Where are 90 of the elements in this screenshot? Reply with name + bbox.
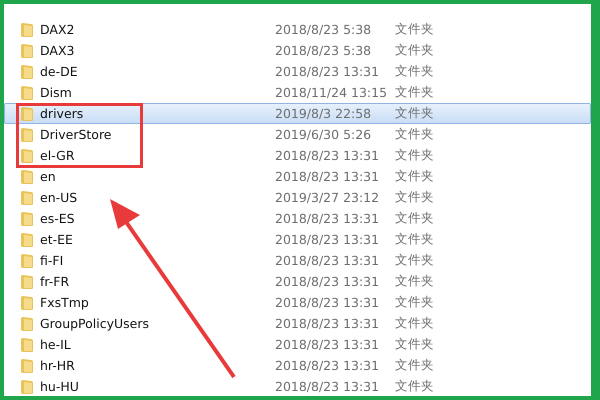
file-type: 文件夹 xyxy=(395,63,434,80)
file-name: el-GR xyxy=(40,148,76,163)
file-name: DAX2 xyxy=(40,22,76,37)
modified-date: 2019/3/27 23:12 xyxy=(275,190,380,205)
modified-date: 2019/6/30 5:26 xyxy=(275,127,372,142)
file-row[interactable]: fi-FI 2018/8/23 13:31 文件夹 xyxy=(4,250,591,271)
folder-icon xyxy=(20,42,34,58)
file-name: drivers xyxy=(40,106,84,121)
file-type: 文件夹 xyxy=(395,42,434,59)
folder-icon xyxy=(20,274,34,290)
file-type: 文件夹 xyxy=(395,21,434,38)
file-type: 文件夹 xyxy=(395,210,434,227)
folder-icon xyxy=(20,148,34,164)
file-type: 文件夹 xyxy=(395,357,434,374)
file-row[interactable]: DAX3 2018/8/23 5:38 文件夹 xyxy=(4,40,591,61)
modified-date: 2018/8/23 13:31 xyxy=(275,64,380,79)
file-name: hr-HR xyxy=(40,358,76,373)
file-row[interactable]: DAX2 2018/8/23 5:38 文件夹 xyxy=(4,19,591,40)
modified-date: 2018/8/23 5:38 xyxy=(275,22,372,37)
file-name: es-ES xyxy=(40,211,76,226)
file-type: 文件夹 xyxy=(395,252,434,269)
file-row[interactable]: Dism 2018/11/24 13:15 文件夹 xyxy=(4,82,591,103)
modified-date: 2018/8/23 13:31 xyxy=(275,253,380,268)
file-name: hu-HU xyxy=(40,379,80,394)
file-name: he-IL xyxy=(40,337,72,352)
folder-icon xyxy=(20,252,34,268)
file-name: de-DE xyxy=(40,64,79,79)
modified-date: 2018/8/23 13:31 xyxy=(275,358,380,373)
file-type: 文件夹 xyxy=(395,189,434,206)
folder-icon xyxy=(20,190,34,206)
folder-icon xyxy=(20,232,34,248)
modified-date: 2018/8/23 13:31 xyxy=(275,232,380,247)
modified-date: 2018/8/23 13:31 xyxy=(275,337,380,352)
modified-date: 2018/8/23 13:31 xyxy=(275,148,380,163)
folder-icon xyxy=(20,336,34,352)
modified-date: 2018/8/23 13:31 xyxy=(275,379,380,394)
file-row[interactable]: DriverStore 2019/6/30 5:26 文件夹 xyxy=(4,124,591,145)
file-row[interactable]: hu-HU 2018/8/23 13:31 文件夹 xyxy=(4,376,591,396)
file-type: 文件夹 xyxy=(395,336,434,353)
folder-icon xyxy=(20,126,34,142)
folder-icon xyxy=(20,106,34,122)
file-name: et-EE xyxy=(40,232,74,247)
file-name: DAX3 xyxy=(40,43,76,58)
folder-icon xyxy=(20,168,34,184)
file-row[interactable]: de-DE 2018/8/23 13:31 文件夹 xyxy=(4,61,591,82)
file-row[interactable]: en-US 2019/3/27 23:12 文件夹 xyxy=(4,187,591,208)
modified-date: 2018/8/23 5:38 xyxy=(275,43,372,58)
file-row[interactable]: hr-HR 2018/8/23 13:31 文件夹 xyxy=(4,355,591,376)
folder-icon xyxy=(20,294,34,310)
file-type: 文件夹 xyxy=(395,315,434,332)
modified-date: 2018/11/24 13:15 xyxy=(275,85,388,100)
file-row[interactable]: drivers 2019/8/3 22:58 文件夹 xyxy=(4,103,591,124)
file-type: 文件夹 xyxy=(395,294,434,311)
file-row[interactable]: GroupPolicyUsers 2018/8/23 13:31 文件夹 xyxy=(4,313,591,334)
folder-icon xyxy=(20,64,34,80)
file-row[interactable]: FxsTmp 2018/8/23 13:31 文件夹 xyxy=(4,292,591,313)
folder-icon xyxy=(20,378,34,394)
folder-icon xyxy=(20,22,34,38)
modified-date: 2019/8/3 22:58 xyxy=(275,106,372,121)
file-type: 文件夹 xyxy=(395,378,434,395)
file-row[interactable]: el-GR 2018/8/23 13:31 文件夹 xyxy=(4,145,591,166)
modified-date: 2018/8/23 13:31 xyxy=(275,274,380,289)
file-type: 文件夹 xyxy=(395,84,434,101)
file-name: FxsTmp xyxy=(40,295,90,310)
file-row[interactable]: et-EE 2018/8/23 13:31 文件夹 xyxy=(4,229,591,250)
modified-date: 2018/8/23 13:31 xyxy=(275,169,380,184)
file-name: en-US xyxy=(40,190,78,205)
file-type: 文件夹 xyxy=(395,126,434,143)
folder-icon xyxy=(20,210,34,226)
file-row[interactable]: fr-FR 2018/8/23 13:31 文件夹 xyxy=(4,271,591,292)
modified-date: 2018/8/23 13:31 xyxy=(275,316,380,331)
folder-icon xyxy=(20,358,34,374)
file-type: 文件夹 xyxy=(395,168,434,185)
file-type: 文件夹 xyxy=(395,105,434,122)
modified-date: 2018/8/23 13:31 xyxy=(275,295,380,310)
file-name: DriverStore xyxy=(40,127,113,142)
file-row[interactable]: he-IL 2018/8/23 13:31 文件夹 xyxy=(4,334,591,355)
file-name: Dism xyxy=(40,85,73,100)
file-name: fr-FR xyxy=(40,274,70,289)
file-name: fi-FI xyxy=(40,253,64,268)
folder-icon xyxy=(20,316,34,332)
file-row[interactable]: es-ES 2018/8/23 13:31 文件夹 xyxy=(4,208,591,229)
file-row[interactable]: en 2018/8/23 13:31 文件夹 xyxy=(4,166,591,187)
modified-date: 2018/8/23 13:31 xyxy=(275,211,380,226)
file-name: GroupPolicyUsers xyxy=(40,316,150,331)
file-name: en xyxy=(40,169,57,184)
folder-icon xyxy=(20,84,34,100)
file-type: 文件夹 xyxy=(395,231,434,248)
file-type: 文件夹 xyxy=(395,147,434,164)
file-type: 文件夹 xyxy=(395,273,434,290)
